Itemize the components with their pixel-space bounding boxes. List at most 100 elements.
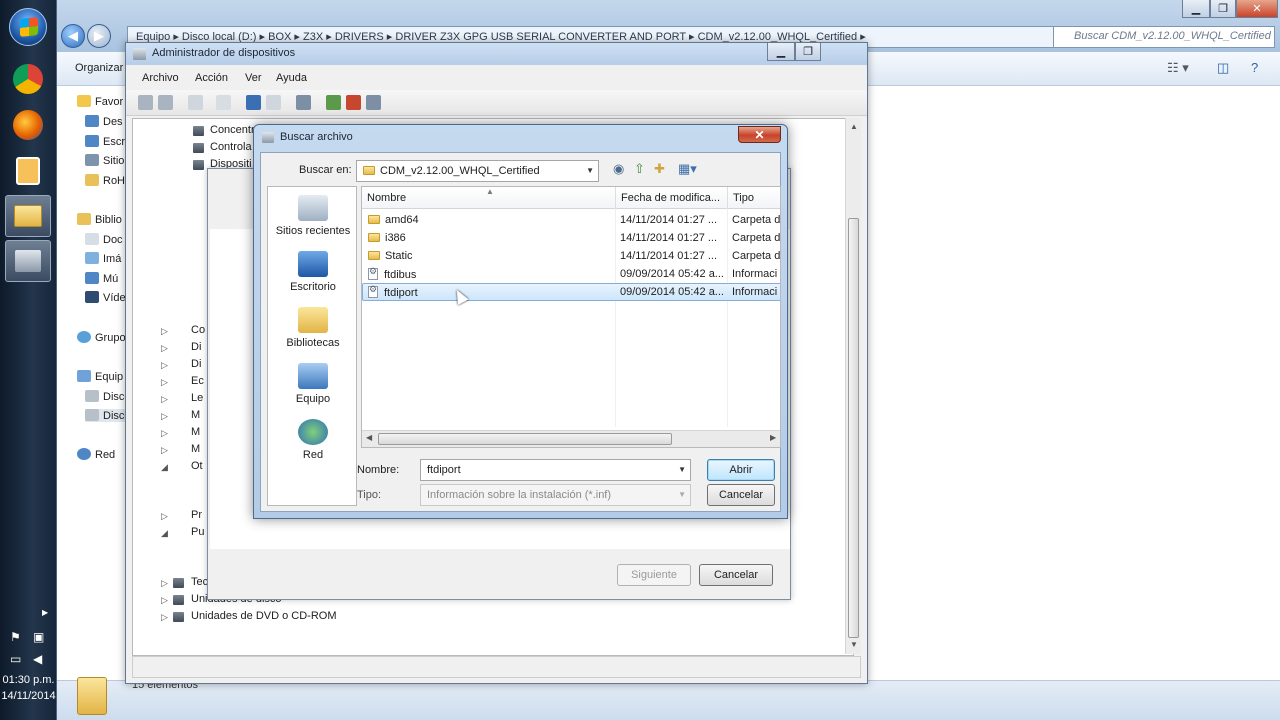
- nav-libraries[interactable]: Biblio: [77, 213, 122, 226]
- wizard-cancel-button[interactable]: Cancelar: [699, 564, 773, 586]
- tree-item-partial[interactable]: Di: [191, 358, 201, 370]
- look-in-dropdown[interactable]: CDM_v2.12.00_WHQL_Certified ▼: [356, 160, 599, 182]
- menu-ayuda[interactable]: Ayuda: [276, 72, 307, 84]
- file-list-hscrollbar[interactable]: ◀ ▶: [362, 430, 780, 447]
- new-folder-icon[interactable]: ✚: [654, 161, 665, 177]
- taskbar-firefox-button[interactable]: [5, 104, 51, 146]
- tree-item-partial[interactable]: Le: [191, 392, 203, 404]
- taskbar-explorer-button[interactable]: [5, 195, 51, 237]
- nav-network[interactable]: Red: [77, 448, 115, 461]
- nav-videos[interactable]: Víde: [85, 291, 126, 304]
- help-icon[interactable]: [246, 95, 261, 110]
- scroll-right-icon[interactable]: ▶: [770, 433, 776, 442]
- view-icon[interactable]: [266, 95, 281, 110]
- nav-roh[interactable]: RoH: [85, 174, 125, 187]
- nav-favorites[interactable]: Favor: [77, 95, 123, 108]
- file-row[interactable]: i386 14/11/2014 01:27 ... Carpeta d: [362, 229, 780, 247]
- column-type[interactable]: Tipo: [733, 192, 754, 204]
- dm-minimize-button[interactable]: ▁: [767, 43, 795, 61]
- place-computer[interactable]: Equipo: [268, 363, 358, 405]
- device-tray-icon[interactable]: ▣: [33, 630, 44, 644]
- nav-downloads[interactable]: Escr: [85, 135, 125, 148]
- nav-documents[interactable]: Doc: [85, 233, 123, 246]
- show-hide-tree-icon[interactable]: [188, 95, 203, 110]
- nav-homegroup[interactable]: Grupo: [77, 331, 126, 344]
- nav-recent[interactable]: Sitio: [85, 154, 124, 167]
- nav-disk-c[interactable]: Disco: [85, 390, 131, 403]
- next-button[interactable]: Siguiente: [617, 564, 691, 586]
- start-button[interactable]: [9, 8, 47, 46]
- file-row-selected[interactable]: ftdiport 09/09/2014 05:42 a... Informaci: [362, 283, 780, 301]
- expand-arrow-icon[interactable]: ▷: [161, 578, 168, 589]
- tree-item-partial[interactable]: Ec: [191, 375, 204, 387]
- expand-arrow-icon[interactable]: ▷: [161, 595, 168, 606]
- volume-icon[interactable]: ◀: [33, 652, 42, 666]
- forward-icon[interactable]: [158, 95, 173, 110]
- properties-icon[interactable]: [216, 95, 231, 110]
- dm-maximize-button[interactable]: ❐: [795, 43, 821, 61]
- nav-computer[interactable]: Equip: [77, 370, 123, 383]
- scroll-left-icon[interactable]: ◀: [366, 433, 372, 442]
- filename-input[interactable]: ftdiport ▼: [420, 459, 691, 481]
- back-nav-icon[interactable]: ◉: [613, 161, 624, 177]
- device-tree-scrollbar[interactable]: ▲ ▼: [845, 118, 861, 654]
- minimize-button[interactable]: ▁: [1182, 0, 1210, 18]
- place-recent[interactable]: Sitios recientes: [268, 195, 358, 237]
- close-window-button[interactable]: ✕: [1236, 0, 1278, 18]
- scroll-down-icon[interactable]: ▼: [850, 640, 858, 649]
- tree-item-partial[interactable]: Di: [191, 341, 201, 353]
- nav-desktop[interactable]: Des: [85, 115, 123, 128]
- column-name[interactable]: Nombre: [367, 192, 406, 204]
- update-driver-icon[interactable]: [326, 95, 341, 110]
- menu-archivo[interactable]: Archivo: [142, 72, 179, 84]
- up-folder-icon[interactable]: ⇧: [634, 161, 645, 177]
- network-icon[interactable]: ▭: [10, 652, 21, 666]
- taskbar-device-manager-button[interactable]: [5, 240, 51, 282]
- back-icon[interactable]: [138, 95, 153, 110]
- collapse-arrow-icon[interactable]: ◢: [161, 462, 168, 473]
- expand-arrow-icon[interactable]: ▷: [161, 343, 168, 354]
- expand-arrow-icon[interactable]: ▷: [161, 360, 168, 371]
- taskbar-chrome-button[interactable]: [5, 58, 51, 100]
- expand-arrow-icon[interactable]: ▷: [161, 411, 168, 422]
- clock-time[interactable]: 01:30 p.m.: [0, 674, 57, 686]
- preview-pane-icon[interactable]: ◫: [1217, 60, 1229, 76]
- help-icon[interactable]: ?: [1251, 60, 1258, 75]
- uninstall-icon[interactable]: [346, 95, 361, 110]
- tree-item-partial[interactable]: Co: [191, 324, 205, 336]
- expand-arrow-icon[interactable]: ▷: [161, 612, 168, 623]
- menu-ver[interactable]: Ver: [245, 72, 262, 84]
- tree-item-concentradores[interactable]: Concentr: [210, 124, 255, 136]
- expand-arrow-icon[interactable]: ▷: [161, 445, 168, 456]
- place-network[interactable]: Red: [268, 419, 358, 461]
- expand-arrow-icon[interactable]: ▷: [161, 428, 168, 439]
- nav-music[interactable]: Mú: [85, 272, 118, 285]
- file-row[interactable]: ftdibus 09/09/2014 05:42 a... Informaci: [362, 265, 780, 283]
- tree-item-controladoras[interactable]: Controla: [210, 141, 252, 153]
- scan-hardware-icon[interactable]: [296, 95, 311, 110]
- disable-icon[interactable]: [366, 95, 381, 110]
- collapse-arrow-icon[interactable]: ◢: [161, 528, 168, 539]
- column-date[interactable]: Fecha de modifica...: [621, 192, 720, 204]
- explorer-search-input[interactable]: Buscar CDM_v2.12.00_WHQL_Certified: [1053, 26, 1275, 48]
- view-options-icon[interactable]: ☷ ▾: [1167, 60, 1189, 76]
- tree-item-partial[interactable]: Pu: [191, 526, 204, 538]
- organize-button[interactable]: Organizar: [75, 62, 123, 74]
- tree-item-partial[interactable]: M: [191, 409, 200, 421]
- expand-arrow-icon[interactable]: ▷: [161, 326, 168, 337]
- back-button[interactable]: ◀: [61, 24, 85, 48]
- maximize-button[interactable]: ❐: [1210, 0, 1236, 18]
- file-row[interactable]: Static 14/11/2014 01:27 ... Carpeta d: [362, 247, 780, 265]
- tree-item-partial[interactable]: M: [191, 426, 200, 438]
- expand-arrow-icon[interactable]: ▷: [161, 377, 168, 388]
- dialog-close-button[interactable]: ✕: [738, 126, 781, 143]
- filetype-dropdown[interactable]: Información sobre la instalación (*.inf)…: [420, 484, 691, 506]
- tree-item-partial[interactable]: M: [191, 443, 200, 455]
- tree-item-partial[interactable]: Pr: [191, 509, 202, 521]
- place-desktop[interactable]: Escritorio: [268, 251, 358, 293]
- nav-pictures[interactable]: Imá: [85, 252, 121, 265]
- view-menu-icon[interactable]: ▦▾: [678, 161, 697, 177]
- tray-expand-icon[interactable]: ▶: [42, 608, 48, 617]
- taskbar-search-app-button[interactable]: [5, 150, 51, 192]
- tree-item-unidades-dvd[interactable]: Unidades de DVD o CD-ROM: [191, 610, 337, 622]
